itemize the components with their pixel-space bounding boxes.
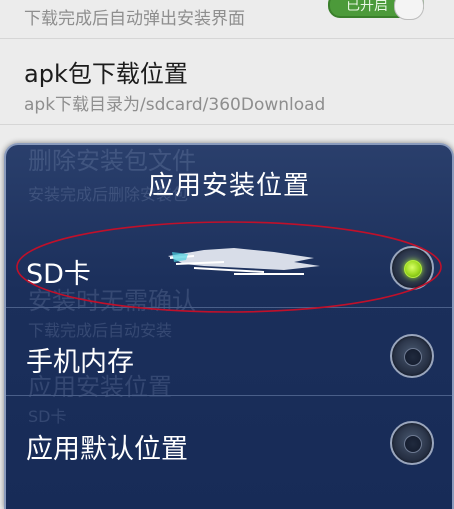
auto-install-popup-toggle[interactable]: 已开启 bbox=[328, 0, 424, 20]
radio-dot bbox=[404, 260, 422, 278]
option-label: SD卡 bbox=[26, 259, 91, 290]
radio-dot bbox=[404, 435, 422, 453]
divider bbox=[0, 124, 454, 125]
radio-unselected-icon[interactable] bbox=[390, 421, 434, 465]
auto-install-popup-subtitle: 下载完成后自动弹出安装界面 bbox=[24, 9, 245, 29]
radio-unselected-icon[interactable] bbox=[390, 334, 434, 378]
watermark-scribble bbox=[168, 248, 320, 275]
divider bbox=[6, 395, 452, 396]
toggle-text: 已开启 bbox=[346, 0, 388, 14]
apk-download-location-subtitle: apk下载目录为/sdcard/360Download bbox=[24, 95, 326, 115]
toggle-knob bbox=[394, 0, 424, 20]
divider bbox=[6, 307, 452, 308]
option-phone-memory[interactable]: 手机内存 bbox=[6, 320, 452, 396]
radio-dot bbox=[404, 348, 422, 366]
option-label: 手机内存 bbox=[26, 347, 134, 378]
apk-download-location-title: apk包下载位置 bbox=[24, 60, 188, 88]
option-label: 应用默认位置 bbox=[26, 434, 188, 465]
dialog-title: 应用安装位置 bbox=[147, 171, 310, 201]
radio-selected-icon[interactable] bbox=[390, 246, 434, 290]
option-app-default[interactable]: 应用默认位置 bbox=[6, 407, 452, 483]
install-location-dialog: 删除安装包文件 安装完成后删除安装包 安装时无需确认 下载完成后自动安装 应用安… bbox=[4, 143, 454, 509]
divider bbox=[0, 38, 454, 39]
